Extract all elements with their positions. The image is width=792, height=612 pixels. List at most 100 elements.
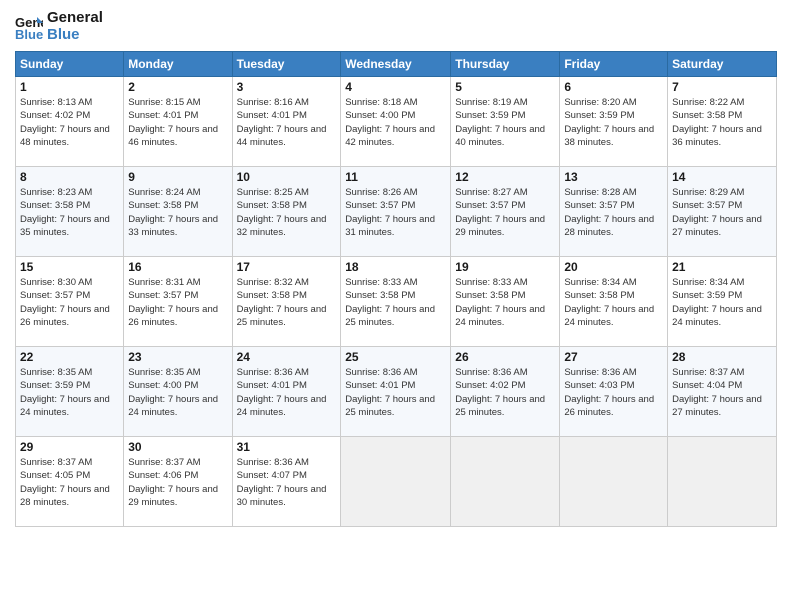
day-number: 24 [237, 350, 337, 364]
day-number: 21 [672, 260, 772, 274]
day-info: Sunrise: 8:24 AM Sunset: 3:58 PM Dayligh… [128, 186, 227, 239]
day-number: 23 [128, 350, 227, 364]
calendar-cell [451, 437, 560, 527]
calendar-cell: 31 Sunrise: 8:36 AM Sunset: 4:07 PM Dayl… [232, 437, 341, 527]
day-info: Sunrise: 8:18 AM Sunset: 4:00 PM Dayligh… [345, 96, 446, 149]
header: General Blue General Blue [15, 10, 777, 43]
calendar-week-1: 1 Sunrise: 8:13 AM Sunset: 4:02 PM Dayli… [16, 77, 777, 167]
day-info: Sunrise: 8:35 AM Sunset: 3:59 PM Dayligh… [20, 366, 119, 419]
day-info: Sunrise: 8:32 AM Sunset: 3:58 PM Dayligh… [237, 276, 337, 329]
day-number: 30 [128, 440, 227, 454]
day-info: Sunrise: 8:36 AM Sunset: 4:01 PM Dayligh… [237, 366, 337, 419]
day-info: Sunrise: 8:34 AM Sunset: 3:58 PM Dayligh… [564, 276, 663, 329]
calendar-cell: 30 Sunrise: 8:37 AM Sunset: 4:06 PM Dayl… [124, 437, 232, 527]
day-header-monday: Monday [124, 52, 232, 77]
logo-blue: Blue [47, 27, 103, 44]
calendar-cell: 19 Sunrise: 8:33 AM Sunset: 3:58 PM Dayl… [451, 257, 560, 347]
calendar-cell: 21 Sunrise: 8:34 AM Sunset: 3:59 PM Dayl… [668, 257, 777, 347]
day-info: Sunrise: 8:36 AM Sunset: 4:02 PM Dayligh… [455, 366, 555, 419]
day-number: 14 [672, 170, 772, 184]
logo-icon: General Blue [15, 13, 43, 41]
day-header-tuesday: Tuesday [232, 52, 341, 77]
logo: General Blue General Blue [15, 10, 103, 43]
calendar-cell: 20 Sunrise: 8:34 AM Sunset: 3:58 PM Dayl… [560, 257, 668, 347]
day-number: 11 [345, 170, 446, 184]
day-header-friday: Friday [560, 52, 668, 77]
day-info: Sunrise: 8:37 AM Sunset: 4:04 PM Dayligh… [672, 366, 772, 419]
day-number: 28 [672, 350, 772, 364]
day-number: 17 [237, 260, 337, 274]
calendar-cell: 13 Sunrise: 8:28 AM Sunset: 3:57 PM Dayl… [560, 167, 668, 257]
day-info: Sunrise: 8:23 AM Sunset: 3:58 PM Dayligh… [20, 186, 119, 239]
calendar-cell: 26 Sunrise: 8:36 AM Sunset: 4:02 PM Dayl… [451, 347, 560, 437]
calendar-cell: 18 Sunrise: 8:33 AM Sunset: 3:58 PM Dayl… [341, 257, 451, 347]
calendar-table: SundayMondayTuesdayWednesdayThursdayFrid… [15, 51, 777, 527]
day-number: 25 [345, 350, 446, 364]
logo-general: General [47, 10, 103, 27]
calendar-cell: 6 Sunrise: 8:20 AM Sunset: 3:59 PM Dayli… [560, 77, 668, 167]
day-info: Sunrise: 8:36 AM Sunset: 4:03 PM Dayligh… [564, 366, 663, 419]
day-number: 29 [20, 440, 119, 454]
day-number: 31 [237, 440, 337, 454]
day-info: Sunrise: 8:30 AM Sunset: 3:57 PM Dayligh… [20, 276, 119, 329]
calendar-cell: 2 Sunrise: 8:15 AM Sunset: 4:01 PM Dayli… [124, 77, 232, 167]
day-info: Sunrise: 8:36 AM Sunset: 4:01 PM Dayligh… [345, 366, 446, 419]
day-number: 20 [564, 260, 663, 274]
day-info: Sunrise: 8:20 AM Sunset: 3:59 PM Dayligh… [564, 96, 663, 149]
calendar-cell: 8 Sunrise: 8:23 AM Sunset: 3:58 PM Dayli… [16, 167, 124, 257]
day-info: Sunrise: 8:13 AM Sunset: 4:02 PM Dayligh… [20, 96, 119, 149]
calendar-cell [560, 437, 668, 527]
calendar-body: 1 Sunrise: 8:13 AM Sunset: 4:02 PM Dayli… [16, 77, 777, 527]
day-info: Sunrise: 8:25 AM Sunset: 3:58 PM Dayligh… [237, 186, 337, 239]
calendar-week-2: 8 Sunrise: 8:23 AM Sunset: 3:58 PM Dayli… [16, 167, 777, 257]
day-info: Sunrise: 8:15 AM Sunset: 4:01 PM Dayligh… [128, 96, 227, 149]
day-number: 4 [345, 80, 446, 94]
calendar-cell: 27 Sunrise: 8:36 AM Sunset: 4:03 PM Dayl… [560, 347, 668, 437]
day-info: Sunrise: 8:33 AM Sunset: 3:58 PM Dayligh… [455, 276, 555, 329]
day-info: Sunrise: 8:34 AM Sunset: 3:59 PM Dayligh… [672, 276, 772, 329]
calendar-header-row: SundayMondayTuesdayWednesdayThursdayFrid… [16, 52, 777, 77]
calendar-cell: 10 Sunrise: 8:25 AM Sunset: 3:58 PM Dayl… [232, 167, 341, 257]
day-info: Sunrise: 8:28 AM Sunset: 3:57 PM Dayligh… [564, 186, 663, 239]
day-info: Sunrise: 8:37 AM Sunset: 4:05 PM Dayligh… [20, 456, 119, 509]
day-info: Sunrise: 8:36 AM Sunset: 4:07 PM Dayligh… [237, 456, 337, 509]
calendar-cell: 12 Sunrise: 8:27 AM Sunset: 3:57 PM Dayl… [451, 167, 560, 257]
day-header-sunday: Sunday [16, 52, 124, 77]
calendar-cell: 17 Sunrise: 8:32 AM Sunset: 3:58 PM Dayl… [232, 257, 341, 347]
day-number: 10 [237, 170, 337, 184]
day-number: 26 [455, 350, 555, 364]
day-number: 5 [455, 80, 555, 94]
day-number: 6 [564, 80, 663, 94]
day-info: Sunrise: 8:22 AM Sunset: 3:58 PM Dayligh… [672, 96, 772, 149]
calendar-cell: 16 Sunrise: 8:31 AM Sunset: 3:57 PM Dayl… [124, 257, 232, 347]
day-info: Sunrise: 8:26 AM Sunset: 3:57 PM Dayligh… [345, 186, 446, 239]
calendar-cell: 28 Sunrise: 8:37 AM Sunset: 4:04 PM Dayl… [668, 347, 777, 437]
calendar-cell: 11 Sunrise: 8:26 AM Sunset: 3:57 PM Dayl… [341, 167, 451, 257]
day-number: 3 [237, 80, 337, 94]
day-info: Sunrise: 8:37 AM Sunset: 4:06 PM Dayligh… [128, 456, 227, 509]
calendar-cell [341, 437, 451, 527]
calendar-week-5: 29 Sunrise: 8:37 AM Sunset: 4:05 PM Dayl… [16, 437, 777, 527]
calendar-cell: 24 Sunrise: 8:36 AM Sunset: 4:01 PM Dayl… [232, 347, 341, 437]
calendar-cell: 23 Sunrise: 8:35 AM Sunset: 4:00 PM Dayl… [124, 347, 232, 437]
day-number: 18 [345, 260, 446, 274]
day-number: 8 [20, 170, 119, 184]
calendar-cell [668, 437, 777, 527]
calendar-cell: 29 Sunrise: 8:37 AM Sunset: 4:05 PM Dayl… [16, 437, 124, 527]
day-info: Sunrise: 8:31 AM Sunset: 3:57 PM Dayligh… [128, 276, 227, 329]
calendar-cell: 14 Sunrise: 8:29 AM Sunset: 3:57 PM Dayl… [668, 167, 777, 257]
calendar-cell: 15 Sunrise: 8:30 AM Sunset: 3:57 PM Dayl… [16, 257, 124, 347]
calendar-cell: 3 Sunrise: 8:16 AM Sunset: 4:01 PM Dayli… [232, 77, 341, 167]
day-number: 15 [20, 260, 119, 274]
day-number: 13 [564, 170, 663, 184]
day-info: Sunrise: 8:29 AM Sunset: 3:57 PM Dayligh… [672, 186, 772, 239]
day-info: Sunrise: 8:33 AM Sunset: 3:58 PM Dayligh… [345, 276, 446, 329]
day-header-thursday: Thursday [451, 52, 560, 77]
calendar-week-4: 22 Sunrise: 8:35 AM Sunset: 3:59 PM Dayl… [16, 347, 777, 437]
svg-text:Blue: Blue [15, 27, 43, 41]
calendar-cell: 9 Sunrise: 8:24 AM Sunset: 3:58 PM Dayli… [124, 167, 232, 257]
calendar-week-3: 15 Sunrise: 8:30 AM Sunset: 3:57 PM Dayl… [16, 257, 777, 347]
day-number: 9 [128, 170, 227, 184]
day-number: 27 [564, 350, 663, 364]
calendar-cell: 25 Sunrise: 8:36 AM Sunset: 4:01 PM Dayl… [341, 347, 451, 437]
